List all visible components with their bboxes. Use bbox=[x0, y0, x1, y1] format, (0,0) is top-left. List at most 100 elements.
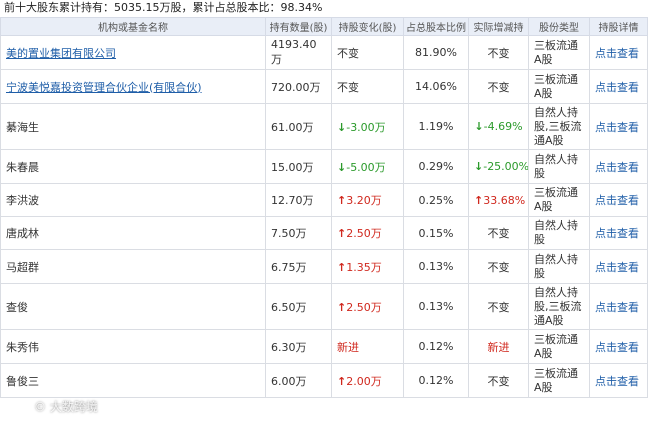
real-change-value: 新进 bbox=[487, 340, 510, 354]
holder-name: 鲁俊三 bbox=[6, 374, 39, 388]
change-cell: ↑2.50万 bbox=[331, 283, 404, 330]
holding-qty: 12.70万 bbox=[271, 194, 314, 207]
type-cell: 自然人持股 bbox=[528, 249, 590, 284]
table-header-row: 机构或基金名称 持有数量(股) 持股变化(股) 占总股本比例 实际增减持 股份类… bbox=[0, 17, 648, 36]
detail-link[interactable]: 点击查看 bbox=[595, 261, 639, 274]
type-cell: 自然人持股 bbox=[528, 216, 590, 250]
holder-name-cell: 马超群 bbox=[0, 249, 266, 284]
table-row: 李洪波 12.70万 ↑3.20万 0.25% ↑33.68% 三板流通A股 点击查看 bbox=[0, 183, 648, 217]
real-change-value: 不变 bbox=[487, 80, 510, 94]
col-header-real: 实际增减持 bbox=[468, 17, 529, 36]
holder-name: 李洪波 bbox=[6, 194, 39, 207]
detail-link[interactable]: 点击查看 bbox=[595, 227, 639, 240]
detail-link[interactable]: 点击查看 bbox=[595, 341, 639, 354]
holding-change-value: -5.00万 bbox=[346, 160, 386, 174]
real-change-value: 不变 bbox=[487, 300, 510, 314]
col-header-type: 股份类型 bbox=[528, 17, 590, 36]
share-type: 自然人持股 bbox=[534, 252, 578, 280]
table-row: 宁波美悦嘉投资管理合伙企业(有限合伙) 720.00万 不变 14.06% 不变 三板流通… bbox=[0, 69, 648, 104]
real-cell: 不变 bbox=[468, 35, 529, 70]
real-change-value: 不变 bbox=[487, 46, 510, 60]
detail-link[interactable]: 点击查看 bbox=[595, 81, 639, 94]
type-cell: 三板流通A股 bbox=[528, 69, 590, 104]
holder-name-cell: 美的置业集团有限公司 bbox=[0, 35, 266, 70]
holder-name: 朱春晨 bbox=[6, 160, 39, 174]
holding-qty: 6.30万 bbox=[271, 340, 307, 354]
holding-qty: 15.00万 bbox=[271, 160, 314, 174]
holder-name-link[interactable]: 美的置业集团有限公司 bbox=[6, 47, 116, 60]
holding-qty: 4193.40万 bbox=[271, 38, 317, 66]
type-cell: 三板流通A股 bbox=[528, 35, 590, 70]
type-cell: 三板流通A股 bbox=[528, 183, 590, 217]
col-header-pct: 占总股本比例 bbox=[403, 17, 469, 36]
summary-text: 前十大股东累计持有：5035.15万股，累计占总股本比：98.34% bbox=[4, 1, 323, 14]
share-type: 三板流通A股 bbox=[534, 186, 578, 213]
table-row: 唐成林 7.50万 ↑2.50万 0.15% 不变 自然人持股 点击查看 bbox=[0, 216, 648, 250]
arrow-down-icon: ↓ bbox=[474, 160, 484, 173]
change-cell: 不变 bbox=[331, 35, 404, 70]
qty-cell: 7.50万 bbox=[265, 216, 332, 250]
share-ratio: 0.13% bbox=[418, 260, 454, 273]
holder-name: 唐成林 bbox=[6, 227, 39, 240]
holder-name-cell: 查俊 bbox=[0, 283, 266, 330]
real-cell: ↑33.68% bbox=[468, 183, 529, 217]
top-shareholders-table: 机构或基金名称 持有数量(股) 持股变化(股) 占总股本比例 实际增减持 股份类… bbox=[0, 17, 648, 398]
share-ratio: 0.25% bbox=[418, 193, 454, 207]
table-row: 綦海生 61.00万 ↓-3.00万 1.19% ↓-4.69% 自然人持股,三板流通A股… bbox=[0, 103, 648, 150]
arrow-up-icon: ↑ bbox=[337, 374, 347, 388]
detail-cell: 点击查看 bbox=[589, 363, 648, 398]
holding-qty: 6.00万 bbox=[271, 374, 307, 388]
real-cell: 不变 bbox=[468, 69, 529, 104]
pct-cell: 0.12% bbox=[403, 329, 469, 364]
holding-change-value: 2.50万 bbox=[346, 227, 382, 240]
detail-link[interactable]: 点击查看 bbox=[595, 47, 639, 60]
qty-cell: 6.00万 bbox=[265, 363, 332, 398]
real-change-value: 不变 bbox=[487, 227, 510, 240]
holder-name: 马超群 bbox=[6, 260, 39, 274]
holding-qty: 720.00万 bbox=[271, 80, 321, 94]
real-cell: 新进 bbox=[468, 329, 529, 364]
real-change-value: 不变 bbox=[487, 374, 510, 388]
change-cell: ↑2.50万 bbox=[331, 216, 404, 250]
share-type: 自然人持股 bbox=[534, 219, 578, 246]
pct-cell: 0.13% bbox=[403, 249, 469, 284]
arrow-down-icon: ↓ bbox=[474, 120, 484, 133]
holder-name: 查俊 bbox=[6, 300, 28, 314]
share-ratio: 0.12% bbox=[418, 340, 454, 353]
holder-name-cell: 鲁俊三 bbox=[0, 363, 266, 398]
holder-name-cell: 宁波美悦嘉投资管理合伙企业(有限合伙) bbox=[0, 69, 266, 104]
share-type: 三板流通A股 bbox=[534, 38, 578, 66]
detail-link[interactable]: 点击查看 bbox=[595, 121, 639, 134]
real-cell: ↓-25.00% bbox=[468, 149, 529, 184]
detail-cell: 点击查看 bbox=[589, 183, 648, 217]
change-cell: ↑2.00万 bbox=[331, 363, 404, 398]
change-cell: 不变 bbox=[331, 69, 404, 104]
change-cell: ↓-3.00万 bbox=[331, 103, 404, 150]
holder-name-link[interactable]: 宁波美悦嘉投资管理合伙企业(有限合伙) bbox=[6, 81, 202, 94]
detail-link[interactable]: 点击查看 bbox=[595, 375, 639, 388]
real-change-value: -4.69% bbox=[483, 120, 523, 133]
change-cell: ↑1.35万 bbox=[331, 249, 404, 284]
arrow-up-icon: ↑ bbox=[474, 193, 484, 207]
type-cell: 自然人持股,三板流通A股 bbox=[528, 103, 590, 150]
share-type: 自然人持股 bbox=[534, 152, 578, 180]
detail-link[interactable]: 点击查看 bbox=[595, 161, 639, 174]
real-cell: ↓-4.69% bbox=[468, 103, 529, 150]
table-row: 美的置业集团有限公司 4193.40万 不变 81.90% 不变 三板流通A股 点击查看 bbox=[0, 35, 648, 70]
qty-cell: 6.30万 bbox=[265, 329, 332, 364]
holder-name-cell: 唐成林 bbox=[0, 216, 266, 250]
share-ratio: 14.06% bbox=[415, 80, 457, 93]
detail-cell: 点击查看 bbox=[589, 249, 648, 284]
arrow-down-icon: ↓ bbox=[337, 120, 347, 134]
detail-cell: 点击查看 bbox=[589, 69, 648, 104]
qty-cell: 6.50万 bbox=[265, 283, 332, 330]
detail-link[interactable]: 点击查看 bbox=[595, 301, 639, 314]
type-cell: 自然人持股,三板流通A股 bbox=[528, 283, 590, 330]
holding-qty: 6.50万 bbox=[271, 300, 307, 314]
arrow-up-icon: ↑ bbox=[337, 194, 347, 207]
share-type: 三板流通A股 bbox=[534, 332, 578, 360]
detail-link[interactable]: 点击查看 bbox=[595, 194, 639, 207]
detail-cell: 点击查看 bbox=[589, 149, 648, 184]
table-row: 马超群 6.75万 ↑1.35万 0.13% 不变 自然人持股 点击查看 bbox=[0, 249, 648, 284]
share-type: 自然人持股,三板流通A股 bbox=[534, 285, 582, 327]
